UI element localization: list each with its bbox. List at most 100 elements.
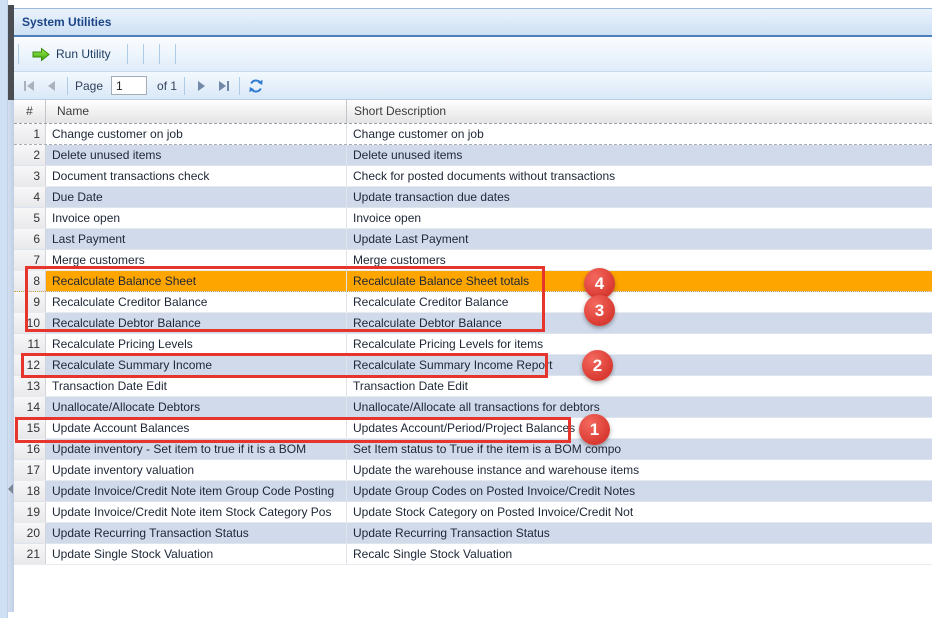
table-row[interactable]: 19Update Invoice/Credit Note item Stock … xyxy=(14,502,932,523)
row-number-cell: 13 xyxy=(14,376,46,396)
run-utility-label: Run Utility xyxy=(56,47,111,61)
last-page-button[interactable] xyxy=(212,76,234,96)
table-row[interactable]: 14Unallocate/Allocate DebtorsUnallocate/… xyxy=(14,397,932,418)
annotation-badge-3: 3 xyxy=(584,295,615,326)
desc-cell: Check for posted documents without trans… xyxy=(347,166,932,186)
pager-separator xyxy=(239,77,240,95)
table-row[interactable]: 17Update inventory valuationUpdate the w… xyxy=(14,460,932,481)
name-cell: Last Payment xyxy=(46,229,347,249)
toolbar-separator xyxy=(127,44,128,64)
toolbar: Run Utility xyxy=(14,37,932,71)
header-name[interactable]: Name xyxy=(46,100,347,123)
header-row-number[interactable]: # xyxy=(14,100,46,123)
row-number-cell: 16 xyxy=(14,439,46,459)
table-row[interactable]: 15Update Account BalancesUpdates Account… xyxy=(14,418,932,439)
name-cell: Document transactions check xyxy=(46,166,347,186)
name-cell: Update Single Stock Valuation xyxy=(46,544,347,564)
name-cell: Due Date xyxy=(46,187,347,207)
prev-page-button[interactable] xyxy=(40,76,62,96)
table-row[interactable]: 10Recalculate Debtor BalanceRecalculate … xyxy=(14,313,932,334)
table-row[interactable]: 5Invoice openInvoice open xyxy=(14,208,932,229)
run-utility-button[interactable]: Run Utility xyxy=(25,44,119,65)
name-cell: Update inventory valuation xyxy=(46,460,347,480)
name-cell: Change customer on job xyxy=(46,124,347,144)
table-row[interactable]: 4Due DateUpdate transaction due dates xyxy=(14,187,932,208)
refresh-button[interactable] xyxy=(245,76,267,96)
header-short-description[interactable]: Short Description xyxy=(347,100,932,123)
annotation-badge-1: 1 xyxy=(579,414,610,445)
name-cell: Update Recurring Transaction Status xyxy=(46,523,347,543)
desc-cell: Merge customers xyxy=(347,250,932,270)
desc-cell: Recalculate Pricing Levels for items xyxy=(347,334,932,354)
desc-cell: Update the warehouse instance and wareho… xyxy=(347,460,932,480)
desc-cell: Update transaction due dates xyxy=(347,187,932,207)
name-cell: Recalculate Pricing Levels xyxy=(46,334,347,354)
page-number-input[interactable] xyxy=(111,76,147,95)
row-number-cell: 14 xyxy=(14,397,46,417)
of-pages-label: of 1 xyxy=(155,79,179,93)
table-row[interactable]: 8Recalculate Balance SheetRecalculate Ba… xyxy=(14,271,932,292)
table-row[interactable]: 18Update Invoice/Credit Note item Group … xyxy=(14,481,932,502)
row-number-cell: 15 xyxy=(14,418,46,438)
name-cell: Update Invoice/Credit Note item Stock Ca… xyxy=(46,502,347,522)
name-cell: Update Invoice/Credit Note item Group Co… xyxy=(46,481,347,501)
page-label: Page xyxy=(73,79,105,93)
row-number-cell: 1 xyxy=(14,124,46,144)
table-row[interactable]: 1Change customer on jobChange customer o… xyxy=(14,124,932,145)
pager-separator xyxy=(67,77,68,95)
row-number-cell: 2 xyxy=(14,145,46,165)
desc-cell: Change customer on job xyxy=(347,124,932,144)
row-number-cell: 6 xyxy=(14,229,46,249)
desc-cell: Recalculate Debtor Balance xyxy=(347,313,932,333)
splitter-collapse-icon[interactable] xyxy=(8,484,13,494)
row-number-cell: 4 xyxy=(14,187,46,207)
desc-cell: Update Recurring Transaction Status xyxy=(347,523,932,543)
next-page-button[interactable] xyxy=(190,76,212,96)
name-cell: Delete unused items xyxy=(46,145,347,165)
name-cell: Recalculate Creditor Balance xyxy=(46,292,347,312)
window-title: System Utilities xyxy=(14,8,932,37)
row-number-cell: 20 xyxy=(14,523,46,543)
desc-cell: Updates Account/Period/Project Balances xyxy=(347,418,932,438)
table-row[interactable]: 9Recalculate Creditor BalanceRecalculate… xyxy=(14,292,932,313)
table-row[interactable]: 20Update Recurring Transaction StatusUpd… xyxy=(14,523,932,544)
table-row[interactable]: 3Document transactions checkCheck for po… xyxy=(14,166,932,187)
left-edge-strip xyxy=(0,0,8,618)
table-row[interactable]: 7Merge customersMerge customers xyxy=(14,250,932,271)
row-number-cell: 21 xyxy=(14,544,46,564)
table-row[interactable]: 6Last PaymentUpdate Last Payment xyxy=(14,229,932,250)
name-cell: Recalculate Balance Sheet xyxy=(46,271,347,291)
desc-cell: Transaction Date Edit xyxy=(347,376,932,396)
desc-cell: Unallocate/Allocate all transactions for… xyxy=(347,397,932,417)
toolbar-separator xyxy=(159,44,160,64)
pager-bar: Page of 1 xyxy=(14,71,932,100)
table-row[interactable]: 2Delete unused itemsDelete unused items xyxy=(14,145,932,166)
name-cell: Update Account Balances xyxy=(46,418,347,438)
toolbar-separator xyxy=(143,44,144,64)
table-row[interactable]: 16Update inventory - Set item to true if… xyxy=(14,439,932,460)
table-row[interactable]: 12Recalculate Summary IncomeRecalculate … xyxy=(14,355,932,376)
table-row[interactable]: 21Update Single Stock ValuationRecalc Si… xyxy=(14,544,932,565)
name-cell: Merge customers xyxy=(46,250,347,270)
grid-header: # Name Short Description xyxy=(14,100,932,124)
table-row[interactable]: 13Transaction Date EditTransaction Date … xyxy=(14,376,932,397)
annotation-badge-2: 2 xyxy=(582,350,613,381)
desc-cell: Invoice open xyxy=(347,208,932,228)
desc-cell: Set Item status to True if the item is a… xyxy=(347,439,932,459)
grid-rows: 1Change customer on jobChange customer o… xyxy=(14,124,932,565)
desc-cell: Update Group Codes on Posted Invoice/Cre… xyxy=(347,481,932,501)
name-cell: Unallocate/Allocate Debtors xyxy=(46,397,347,417)
first-page-button[interactable] xyxy=(18,76,40,96)
desc-cell: Recalculate Creditor Balance xyxy=(347,292,932,312)
row-number-cell: 8 xyxy=(14,271,46,291)
desc-cell: Recalculate Balance Sheet totals xyxy=(347,271,932,291)
name-cell: Recalculate Debtor Balance xyxy=(46,313,347,333)
desc-cell: Delete unused items xyxy=(347,145,932,165)
desc-cell: Update Stock Category on Posted Invoice/… xyxy=(347,502,932,522)
row-number-cell: 19 xyxy=(14,502,46,522)
toolbar-separator xyxy=(175,44,176,64)
table-row[interactable]: 11Recalculate Pricing LevelsRecalculate … xyxy=(14,334,932,355)
system-utilities-window: System Utilities Run Utility xyxy=(14,8,932,618)
row-number-cell: 10 xyxy=(14,313,46,333)
row-number-cell: 17 xyxy=(14,460,46,480)
